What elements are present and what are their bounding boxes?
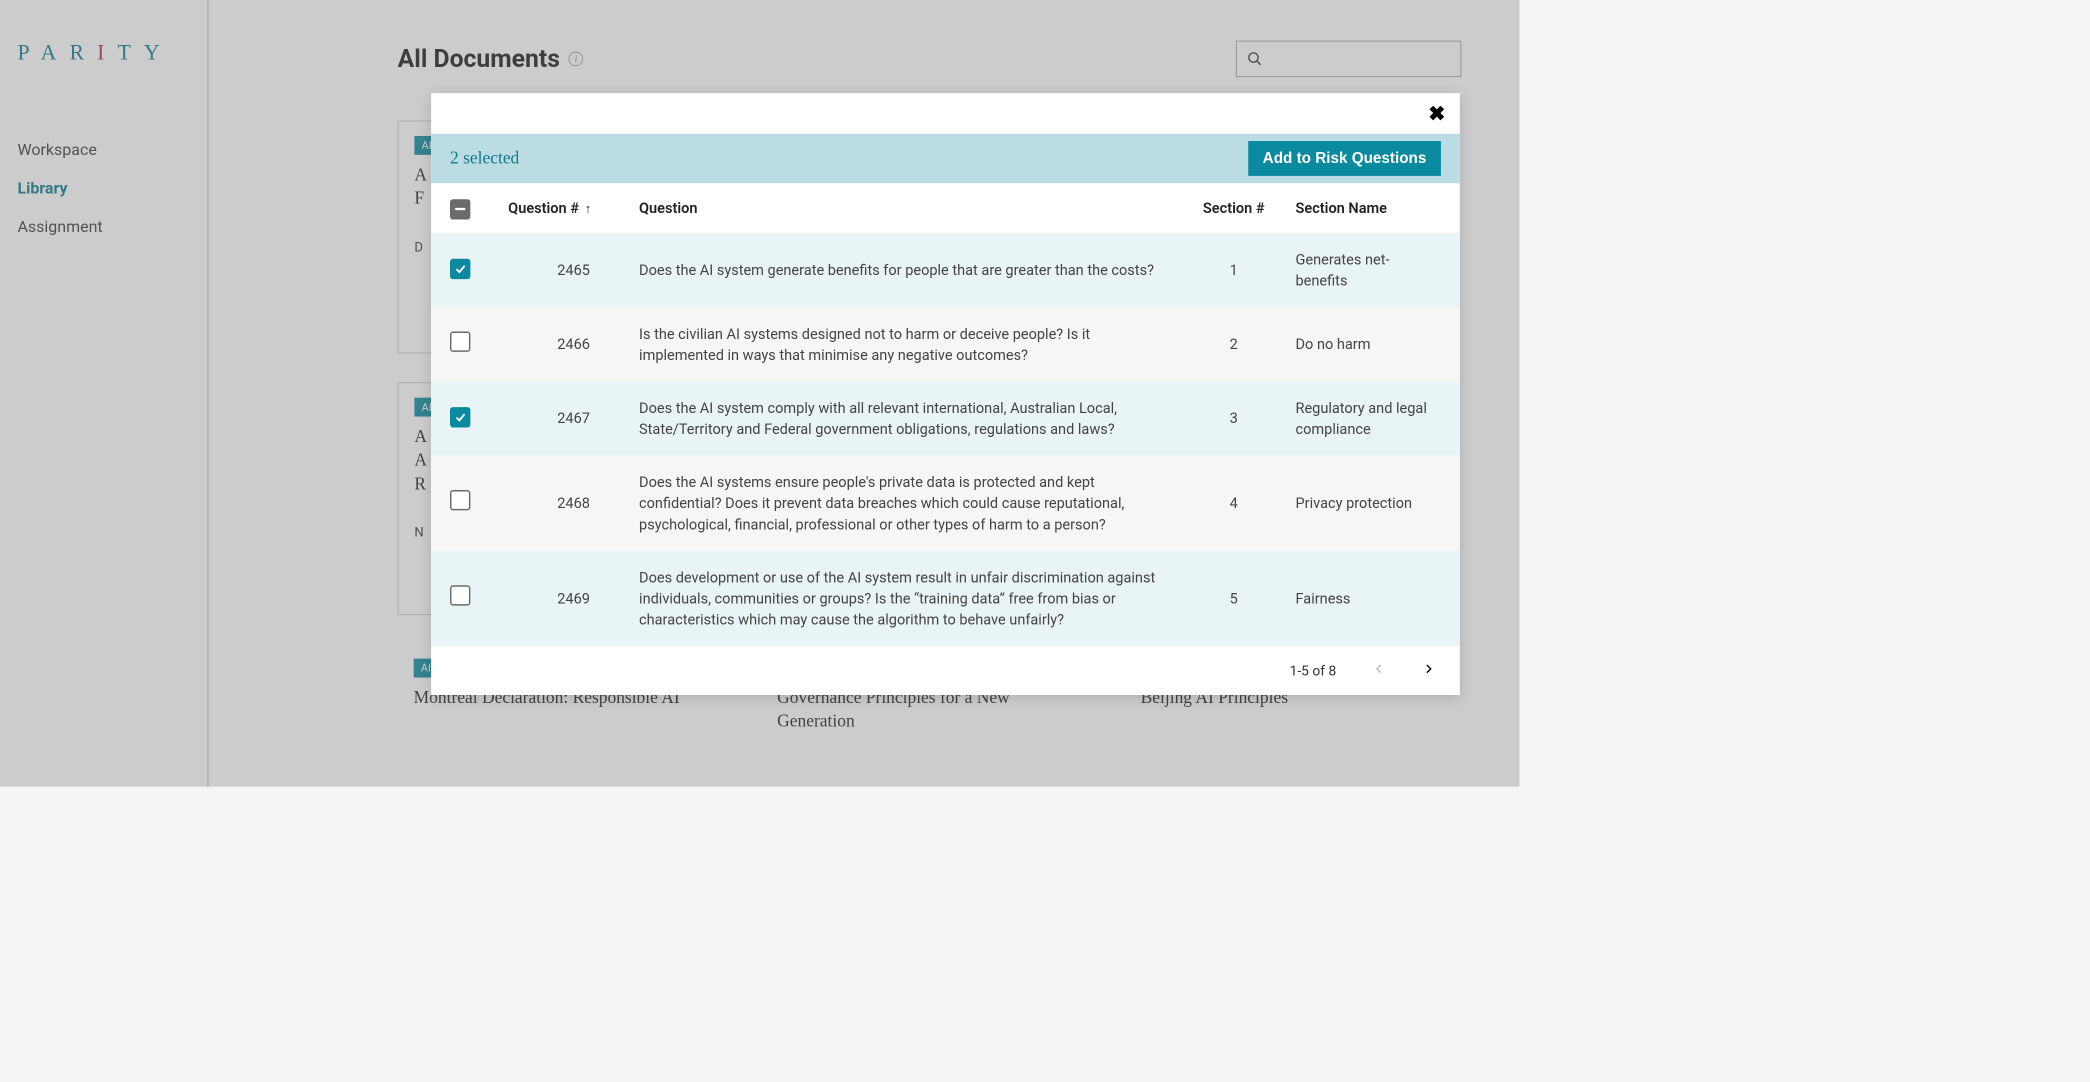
sort-asc-icon: ↑ <box>585 201 592 216</box>
close-icon[interactable]: ✖ <box>1428 101 1445 125</box>
cell-question: Does the AI systems ensure people's priv… <box>639 471 1172 534</box>
cell-section-name: Regulatory and legal compliance <box>1296 397 1441 439</box>
cell-question: Does the AI system comply with all relev… <box>639 397 1172 439</box>
row-checkbox[interactable] <box>450 331 470 351</box>
col-question-num[interactable]: Question #↑ <box>508 199 639 216</box>
cell-section-name: Do no harm <box>1296 334 1441 355</box>
col-section-num[interactable]: Section # <box>1172 199 1296 216</box>
cell-section-name: Privacy protection <box>1296 493 1441 514</box>
table-row[interactable]: 2469 Does development or use of the AI s… <box>431 551 1460 646</box>
col-question[interactable]: Question <box>639 199 1172 216</box>
cell-section-num: 1 <box>1172 260 1296 281</box>
cell-section-num: 3 <box>1172 408 1296 429</box>
cell-section-num: 5 <box>1172 588 1296 609</box>
table-row[interactable]: 2467 Does the AI system comply with all … <box>431 381 1460 455</box>
col-section-name[interactable]: Section Name <box>1296 199 1441 216</box>
select-all-checkbox[interactable] <box>450 199 470 219</box>
row-checkbox[interactable] <box>450 490 470 510</box>
cell-question: Does development or use of the AI system… <box>639 567 1172 630</box>
cell-section-name: Generates net-benefits <box>1296 249 1441 291</box>
table-row[interactable]: 2468 Does the AI systems ensure people's… <box>431 455 1460 550</box>
next-page-button[interactable] <box>1422 662 1435 679</box>
add-to-risk-questions-button[interactable]: Add to Risk Questions <box>1248 141 1441 176</box>
cell-section-num: 2 <box>1172 334 1296 355</box>
row-checkbox[interactable] <box>450 585 470 605</box>
modal-header: ✖ <box>431 93 1460 134</box>
cell-question-num: 2467 <box>508 408 639 429</box>
page-range: 1-5 of 8 <box>1290 662 1337 679</box>
row-checkbox[interactable] <box>450 259 470 279</box>
cell-section-name: Fairness <box>1296 588 1441 609</box>
cell-question: Is the civilian AI systems designed not … <box>639 323 1172 365</box>
cell-question: Does the AI system generate benefits for… <box>639 260 1172 281</box>
chevron-left-icon <box>1373 662 1386 675</box>
row-checkbox[interactable] <box>450 407 470 427</box>
table-row[interactable]: 2466 Is the civilian AI systems designed… <box>431 307 1460 381</box>
table-header: Question #↑ Question Section # Section N… <box>431 183 1460 233</box>
cell-question-num: 2466 <box>508 334 639 355</box>
selection-bar: 2 selected Add to Risk Questions <box>431 134 1460 183</box>
chevron-right-icon <box>1422 662 1435 675</box>
cell-section-num: 4 <box>1172 493 1296 514</box>
cell-question-num: 2468 <box>508 493 639 514</box>
selection-count: 2 selected <box>450 149 519 169</box>
question-modal: ✖ 2 selected Add to Risk Questions Quest… <box>431 93 1460 695</box>
pagination: 1-5 of 8 <box>431 646 1460 695</box>
cell-question-num: 2465 <box>508 260 639 281</box>
prev-page-button[interactable] <box>1373 662 1386 679</box>
cell-question-num: 2469 <box>508 588 639 609</box>
table-row[interactable]: 2465 Does the AI system generate benefit… <box>431 233 1460 307</box>
